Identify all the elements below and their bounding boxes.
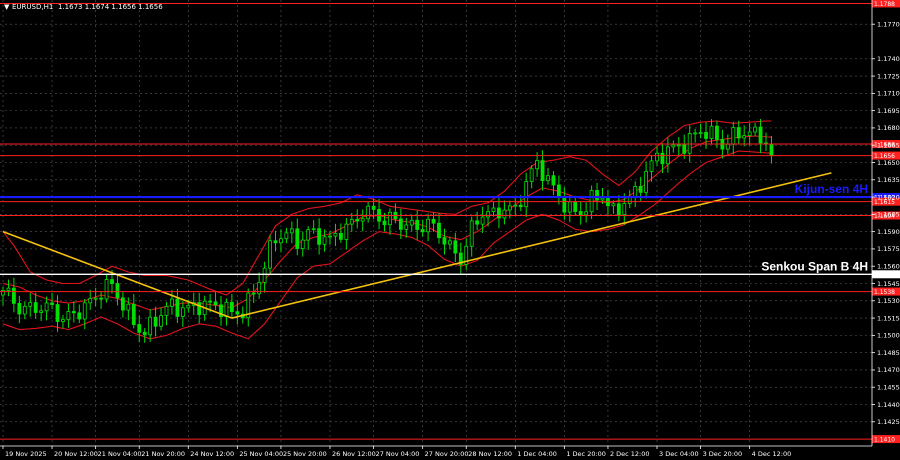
- y-tick-label: 1.1530: [877, 297, 900, 305]
- x-tick-label: 27 Nov 04:00: [376, 450, 420, 458]
- y-tick-label: 1.1620: [877, 193, 900, 201]
- y-tick-label: 1.1485: [877, 349, 900, 357]
- annotation-kijun-sen: Kijun-sen 4H: [795, 182, 868, 196]
- x-tick-label: 28 Nov 12:00: [468, 450, 512, 458]
- chart-background: [0, 0, 900, 460]
- y-tick-label: 1.1590: [877, 228, 900, 236]
- collapse-triangle-icon[interactable]: ▼: [4, 3, 10, 11]
- x-tick-label: 26 Nov 12:00: [332, 450, 376, 458]
- y-tick-label: 1.1650: [877, 159, 900, 167]
- y-tick-label: 1.1440: [877, 401, 900, 409]
- y-tick-label: 1.1470: [877, 366, 900, 374]
- y-tick-label: 1.1560: [877, 263, 900, 271]
- level-price-label: 1.1788: [874, 1, 895, 8]
- price-chart[interactable]: 1.17881.16661.16561.16201.16151.16041.15…: [0, 0, 900, 460]
- y-tick-label: 1.1455: [877, 384, 900, 392]
- y-tick-label: 1.1500: [877, 332, 900, 340]
- y-tick-label: 1.1740: [877, 55, 900, 63]
- x-tick-label: 24 Nov 12:00: [190, 450, 234, 458]
- x-tick-label: 3 Dec 20:00: [703, 450, 743, 458]
- y-tick-label: 1.1635: [877, 176, 900, 184]
- x-tick-label: 1 Dec 20:00: [566, 450, 606, 458]
- y-tick-label: 1.1695: [877, 107, 900, 115]
- y-tick-label: 1.1665: [877, 142, 900, 150]
- x-tick-label: 2 Dec 12:00: [610, 450, 650, 458]
- y-tick-label: 1.1605: [877, 211, 900, 219]
- y-tick-label: 1.1575: [877, 245, 900, 253]
- y-tick-label: 1.1515: [877, 314, 900, 322]
- y-tick-label: 1.1710: [877, 90, 900, 98]
- x-tick-label: 19 Nov 2025: [5, 450, 47, 458]
- annotation-senkou-span-b: Senkou Span B 4H: [761, 259, 868, 273]
- x-tick-label: 25 Nov 04:00: [239, 450, 283, 458]
- x-tick-label: 20 Nov 12:00: [54, 450, 98, 458]
- symbol-label: EURUSD,H1: [12, 3, 53, 11]
- x-tick-label: 27 Nov 20:00: [425, 450, 469, 458]
- level-price-label: 1.1538: [874, 289, 895, 296]
- y-tick-label: 1.1680: [877, 124, 900, 132]
- candle: [268, 234, 272, 275]
- chart-header: ▼ EURUSD,H1 1.1673 1.1674 1.1656 1.1656: [4, 3, 163, 11]
- y-tick-label: 1.1545: [877, 280, 900, 288]
- x-tick-label: 4 Dec 12:00: [752, 450, 792, 458]
- ohlc-readout: 1.1673 1.1674 1.1656 1.1656: [58, 3, 163, 11]
- x-tick-label: 21 Nov 04:00: [98, 450, 142, 458]
- level-price-label: 1.1410: [874, 436, 895, 443]
- x-tick-label: 21 Nov 20:00: [141, 450, 185, 458]
- y-tick-label: 1.1425: [877, 418, 900, 426]
- x-tick-label: 3 Dec 04:00: [659, 450, 699, 458]
- x-tick-label: 1 Dec 04:00: [517, 450, 557, 458]
- x-tick-label: 25 Nov 20:00: [283, 450, 327, 458]
- level-price-label: 1.1553: [874, 272, 895, 279]
- y-tick-label: 1.1725: [877, 72, 900, 80]
- y-tick-label: 1.1770: [877, 21, 900, 29]
